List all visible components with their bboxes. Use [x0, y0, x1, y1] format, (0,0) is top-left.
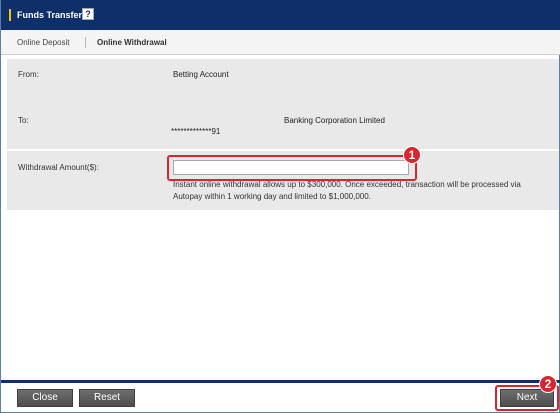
funds-transfer-window: Funds Transfer ? Online Deposit Online W… — [0, 0, 560, 413]
tab-online-withdrawal[interactable]: Online Withdrawal — [97, 38, 167, 47]
title-accent-bar — [9, 9, 11, 21]
withdrawal-amount-label: Withdrawal Amount($): — [18, 163, 99, 172]
withdrawal-amount-input[interactable] — [173, 160, 409, 175]
transfer-tabs: Online Deposit Online Withdrawal — [1, 30, 560, 55]
to-bank-name: Banking Corporation Limited — [284, 116, 385, 125]
step-marker-2: 2 — [539, 375, 557, 393]
reset-button[interactable]: Reset — [79, 389, 135, 407]
from-account-value: Betting Account — [173, 70, 229, 79]
window-title: Funds Transfer — [17, 10, 83, 20]
to-label: To: — [18, 116, 29, 125]
help-icon[interactable]: ? — [82, 8, 94, 20]
withdrawal-limit-note: Instant online withdrawal allows up to $… — [173, 180, 521, 201]
title-bar: Funds Transfer ? — [1, 0, 560, 30]
account-section — [7, 59, 559, 149]
close-button[interactable]: Close — [17, 389, 73, 407]
tab-separator — [85, 37, 86, 48]
to-account-number: *************91 — [171, 127, 221, 136]
step-marker-1: 1 — [403, 146, 421, 164]
footer-divider — [1, 380, 560, 383]
tab-online-deposit[interactable]: Online Deposit — [17, 38, 69, 47]
from-label: From: — [18, 70, 39, 79]
